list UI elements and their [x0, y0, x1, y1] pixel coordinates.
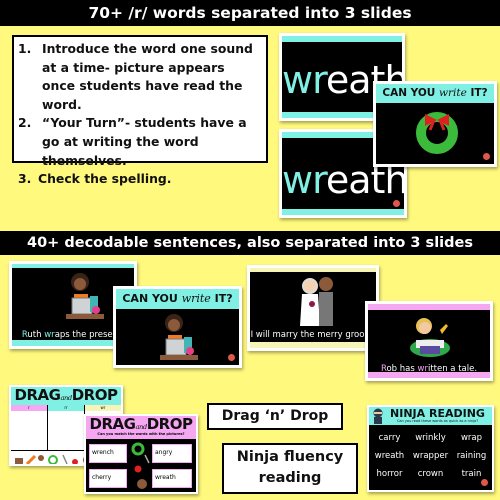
top-banner: 70+ /r/ words separated into 3 slides: [0, 0, 500, 26]
boy-writing-illustration: [410, 318, 450, 357]
sort-column[interactable]: r: [11, 405, 48, 450]
instruction-item: 2. “Your Turn”- students have a go at wri…: [18, 114, 260, 170]
ninja-word: raining: [456, 451, 487, 461]
word-card-text: angry: [155, 449, 173, 456]
ninja-header: NINJA READING Can you read these words a…: [369, 407, 492, 425]
instruction-item: 3. Check the spelling.: [18, 170, 260, 189]
word-card-text: cherry: [92, 474, 112, 481]
drag-drop-subtitle: Can you match the words with the picture…: [97, 432, 185, 436]
ninja-subtitle: Can you read these words as quick as a n…: [396, 419, 479, 423]
slide-bottom-band: [250, 342, 376, 348]
instruction-item: 1. Introduce the word one sound at a time…: [18, 40, 260, 114]
middle-banner: 40+ decodable sentences, also separated …: [0, 231, 500, 255]
drag-drop-title: DRAGandDROP: [11, 387, 121, 407]
ninja-word: wreath: [374, 451, 405, 461]
title-text: DROP: [71, 386, 118, 404]
bride-groom-illustration: [300, 277, 333, 326]
text: uth: [27, 330, 45, 340]
word-card[interactable]: wrench: [89, 444, 127, 463]
instruction-text: “Your Turn”- students have a go at writi…: [42, 115, 247, 168]
ninja-word: crown: [417, 469, 444, 479]
can-you-write-header: CAN YOU write IT?: [376, 84, 494, 103]
title-text: DRAG: [89, 415, 136, 433]
label-text: reading: [258, 470, 322, 486]
header-text: CAN YOU: [122, 292, 178, 305]
instruction-number: 2.: [18, 115, 32, 131]
girl-computer-illustration: [160, 314, 198, 360]
sentence-slide-rob: Rob has written a tale.: [365, 301, 493, 381]
brand-corner-icon: [481, 479, 488, 486]
ninja-word: train: [461, 469, 482, 479]
title-text: DRAG: [14, 386, 61, 404]
column-header: wr: [85, 405, 121, 411]
drag-drop-match-slide: DRAGandDROP Can you match the words with…: [84, 414, 198, 494]
word-highlight: wr: [282, 158, 327, 202]
sentence-text: I will marry the merry groom.: [250, 330, 376, 340]
header-text: CAN YOU: [382, 87, 436, 99]
word-card[interactable]: cherry: [89, 469, 127, 488]
slide-bottom-band: [368, 372, 490, 378]
wreath-icon: [416, 112, 458, 154]
word-card[interactable]: angry: [152, 444, 192, 463]
sort-column[interactable]: rr: [48, 405, 85, 450]
header-text: IT?: [470, 87, 488, 99]
girl-computer-illustration: [66, 273, 104, 319]
word-highlight: wr: [282, 58, 327, 102]
match-area: wrench angry cherry wreath: [86, 439, 196, 492]
instructions-box: 1. Introduce the word one sound at a time…: [12, 35, 268, 186]
highlight: wr: [44, 330, 55, 340]
ninja-reading-slide: NINJA READING Can you read these words a…: [367, 405, 494, 492]
picture-cards: [15, 454, 91, 464]
instruction-text: Introduce the word one sound at a time- …: [42, 41, 253, 112]
ninja-word: wrapper: [412, 451, 449, 461]
ninja-word-grid: carry wrinkly wrap wreath wrapper rainin…: [369, 433, 492, 479]
column-header: rr: [48, 405, 84, 411]
can-you-write-slide: CAN YOU write IT?: [373, 81, 497, 167]
title-and: and: [60, 394, 72, 402]
ninja-word: carry: [378, 433, 401, 443]
can-you-write-header: CAN YOU write IT?: [116, 289, 239, 309]
word-card-text: wreath: [155, 474, 176, 481]
can-you-write-sentence-slide: CAN YOU write IT?: [113, 286, 242, 368]
instruction-text: Check the spelling.: [38, 171, 172, 187]
slide-top-band: [250, 268, 376, 272]
label-text: Ninja fluency: [236, 449, 344, 465]
column-header: r: [11, 405, 47, 411]
instruction-number: 1.: [18, 41, 32, 56]
ninja-word: wrap: [460, 433, 483, 443]
brand-corner-icon: [228, 354, 235, 361]
ninja-word: wrinkly: [415, 433, 446, 443]
sentence-slide-marry: I will marry the merry groom.: [247, 265, 379, 351]
drag-n-drop-label: Drag ‘n’ Drop: [207, 403, 343, 430]
instructions-list: 1. Introduce the word one sound at a time…: [18, 40, 260, 189]
ninja-word: horror: [376, 469, 403, 479]
slide-top-band: [282, 36, 402, 42]
word-card[interactable]: wreath: [152, 469, 192, 488]
ninja-fluency-label: Ninja fluency reading: [222, 443, 358, 494]
draggable-pictures[interactable]: [130, 441, 152, 491]
word-card-text: wrench: [92, 449, 114, 456]
header-script: write: [438, 87, 467, 99]
instruction-number: 3.: [18, 171, 32, 187]
header-text: IT?: [214, 292, 233, 305]
slide-bottom-band: [282, 209, 404, 215]
slide-top-band: [368, 304, 490, 310]
title-text: DROP: [146, 415, 193, 433]
brand-corner-icon: [483, 153, 490, 160]
slide-top-band: [12, 264, 134, 268]
title-and: and: [135, 423, 147, 431]
brand-corner-icon: [393, 200, 400, 207]
label-text: Drag ‘n’ Drop: [221, 408, 329, 424]
header-script: write: [181, 292, 211, 305]
